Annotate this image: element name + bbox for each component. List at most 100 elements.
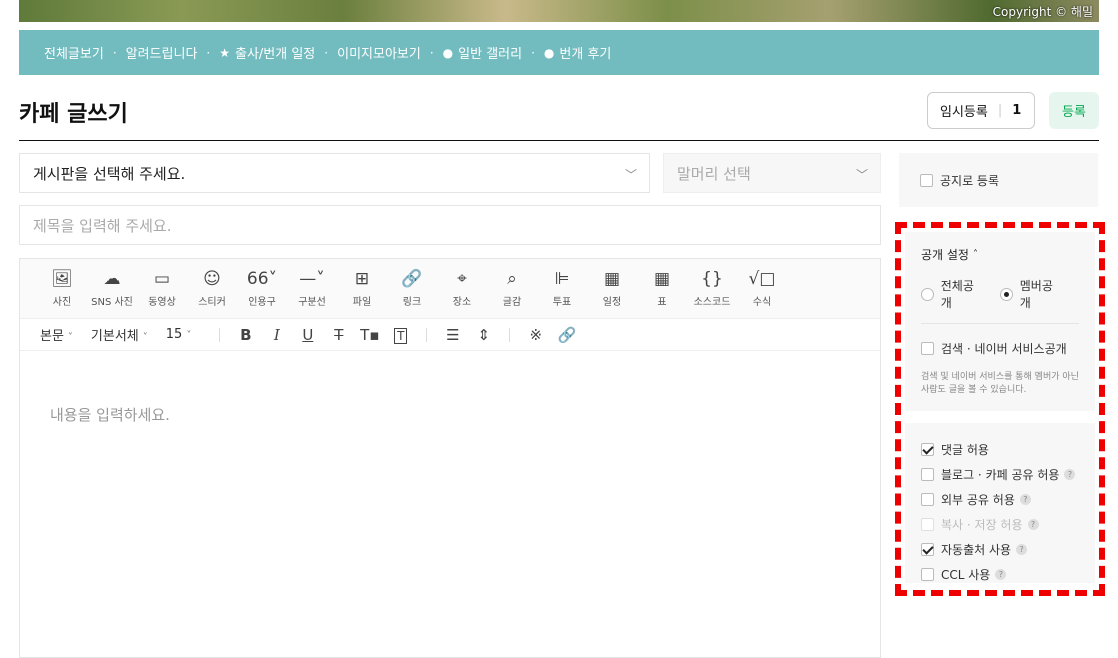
nav-separator: ·: [112, 45, 117, 60]
nav-item-review[interactable]: ● 번개 후기: [543, 43, 611, 63]
bold-icon[interactable]: B: [230, 326, 261, 344]
tool-sns-photo[interactable]: ☁ SNS 사진: [87, 269, 137, 318]
tool-table[interactable]: ▦ 표: [637, 269, 687, 318]
search-visibility-description: 검색 및 네이버 서비스를 통해 멤버가 아닌 사람도 글을 볼 수 있습니다.: [921, 372, 1079, 395]
help-icon[interactable]: ?: [995, 569, 1007, 580]
chevron-up-icon: ˄: [972, 249, 978, 260]
notice-option[interactable]: 공지로 등록: [899, 153, 1098, 207]
font-family-select[interactable]: 기본서체 ˅: [91, 325, 148, 344]
dot-icon: ●: [543, 45, 555, 60]
nav-item-all[interactable]: 전체글보기: [44, 43, 104, 62]
option-allow-external-share[interactable]: 외부 공유 허용 ?: [921, 487, 1079, 512]
tool-schedule[interactable]: ▦ 일정: [587, 269, 637, 318]
tool-vote[interactable]: ⊫ 투표: [537, 269, 587, 318]
board-select-value: 게시판을 선택해 주세요.: [33, 164, 186, 183]
panel-gap: [905, 411, 1095, 423]
search-visibility-option[interactable]: 검색 · 네이버 서비스공개: [921, 336, 1079, 361]
line-height-icon[interactable]: ⇕: [468, 326, 499, 344]
notice-checkbox[interactable]: [920, 173, 933, 187]
search-visibility-checkbox[interactable]: [921, 342, 934, 355]
title-divider: [19, 140, 1099, 141]
format-toolbar: 본문 ˅ 기본서체 ˅ 15 ˅ B I U T T▪ T ☰ ⇕ ※ 🔗: [20, 319, 880, 351]
help-icon[interactable]: ?: [1064, 469, 1076, 480]
link-icon[interactable]: 🔗: [551, 326, 582, 344]
tool-formula[interactable]: √□ 수식: [737, 269, 787, 318]
option-allow-comments[interactable]: 댓글 허용: [921, 437, 1079, 462]
option-ccl[interactable]: CCL 사용 ?: [921, 562, 1079, 587]
dot-icon: ●: [442, 45, 454, 60]
board-select[interactable]: 게시판을 선택해 주세요. ﹀: [19, 153, 650, 193]
tool-file[interactable]: ⊞ 파일: [337, 269, 387, 318]
tool-video[interactable]: ▭ 동영상: [137, 269, 187, 318]
align-icon[interactable]: ☰: [437, 326, 468, 344]
tool-material[interactable]: ⌕ 글감: [487, 269, 537, 318]
tool-divider[interactable]: —˅ 구분선: [287, 269, 337, 318]
help-icon[interactable]: ?: [1019, 494, 1031, 505]
paragraph-style-select[interactable]: 본문 ˅: [40, 325, 73, 344]
tool-link[interactable]: 🔗 링크: [387, 269, 437, 318]
head-select-value: 말머리 선택: [677, 164, 751, 183]
font-size-select[interactable]: 15 ˅: [166, 327, 192, 342]
tool-place[interactable]: ⌖ 장소: [437, 269, 487, 318]
radio-members-only-indicator[interactable]: [1000, 287, 1013, 301]
temp-save-button[interactable]: 임시등록 | 1: [927, 92, 1035, 129]
tool-code[interactable]: {} 소스코드: [687, 269, 737, 318]
image-icon: 🖼: [51, 269, 73, 289]
search-doc-icon: ⌕: [507, 269, 517, 289]
divider-icon: —˅: [299, 269, 325, 289]
nav-item-schedule[interactable]: ★ 출사/번개 일정: [219, 43, 315, 63]
subject-input[interactable]: 제목을 입력해 주세요.: [19, 205, 881, 245]
tool-photo[interactable]: 🖼 사진: [37, 269, 87, 318]
option-allow-copy: 복사 · 저장 허용 ?: [921, 512, 1079, 537]
banner-copyright: Copyright © 해밀: [992, 5, 1093, 19]
cloud-upload-icon: ☁: [103, 269, 121, 289]
chevron-down-icon: ˅: [186, 330, 192, 341]
italic-icon[interactable]: I: [261, 326, 292, 344]
text-background-icon[interactable]: T: [385, 326, 416, 344]
tool-quote[interactable]: 66˅ 인용구: [237, 269, 287, 318]
nav-item-gallery[interactable]: ● 일반 갤러리: [442, 43, 522, 63]
nav-separator: ·: [429, 45, 434, 60]
strikethrough-icon[interactable]: T: [323, 326, 354, 344]
tool-sticker[interactable]: ☺ 스티커: [187, 269, 237, 318]
allow-blog-share-checkbox[interactable]: [921, 468, 934, 481]
smile-icon: ☺: [203, 269, 221, 289]
quote-icon: 66˅: [246, 269, 278, 289]
option-allow-blog-share[interactable]: 블로그 · 카페 공유 허용 ?: [921, 462, 1079, 487]
privacy-radio-group: 전체공개 멤버공개: [921, 277, 1079, 311]
ccl-checkbox[interactable]: [921, 568, 934, 581]
radio-public-all[interactable]: 전체공개: [921, 277, 984, 311]
option-auto-source[interactable]: 자동출처 사용 ?: [921, 537, 1079, 562]
head-select[interactable]: 말머리 선택 ﹀: [663, 153, 881, 193]
notice-label: 공지로 등록: [940, 173, 1000, 188]
location-icon: ⌖: [457, 269, 467, 289]
privacy-panel: 공개 설정 ˄ 전체공개 멤버공개 검색 · 네이버 서비스공개 검색 및 네이버…: [905, 232, 1095, 583]
chevron-down-icon: ﹀: [624, 168, 637, 182]
text-color-icon[interactable]: T▪: [354, 326, 385, 344]
body-placeholder[interactable]: 내용을 입력하세요.: [50, 404, 170, 425]
temp-save-count: 1: [1012, 103, 1022, 118]
underline-icon[interactable]: U: [292, 326, 323, 344]
permission-options: 댓글 허용 블로그 · 카페 공유 허용 ? 외부 공유 허용 ? 복사 · 저…: [905, 423, 1095, 583]
radio-public-all-indicator[interactable]: [921, 287, 934, 301]
nav-item-images[interactable]: 이미지모아보기: [337, 43, 421, 62]
auto-source-checkbox[interactable]: [921, 543, 934, 556]
help-icon[interactable]: ?: [1027, 519, 1039, 530]
special-char-icon[interactable]: ※: [520, 326, 551, 344]
privacy-settings-toggle[interactable]: 공개 설정 ˄: [921, 246, 1079, 263]
formula-icon: √□: [748, 269, 776, 289]
allow-external-share-checkbox[interactable]: [921, 493, 934, 506]
radio-members-only[interactable]: 멤버공개: [1000, 277, 1063, 311]
code-icon: {}: [701, 269, 723, 289]
help-icon[interactable]: ?: [1016, 544, 1028, 555]
cafe-nav-bar: 전체글보기 · 알려드립니다 · ★ 출사/번개 일정 · 이미지모아보기 · ●…: [19, 30, 1099, 75]
allow-comments-checkbox[interactable]: [921, 443, 934, 456]
temp-save-label: 임시등록: [940, 105, 988, 120]
nav-separator: ·: [324, 45, 329, 60]
toolbar-divider: [509, 327, 511, 342]
register-button[interactable]: 등록: [1049, 92, 1099, 129]
privacy-panel-highlight: 공개 설정 ˄ 전체공개 멤버공개 검색 · 네이버 서비스공개 검색 및 네이버…: [895, 222, 1105, 596]
page-title: 카페 글쓰기: [19, 102, 128, 127]
nav-item-notice[interactable]: 알려드립니다: [126, 43, 198, 62]
calendar-icon: ▦: [603, 269, 621, 289]
